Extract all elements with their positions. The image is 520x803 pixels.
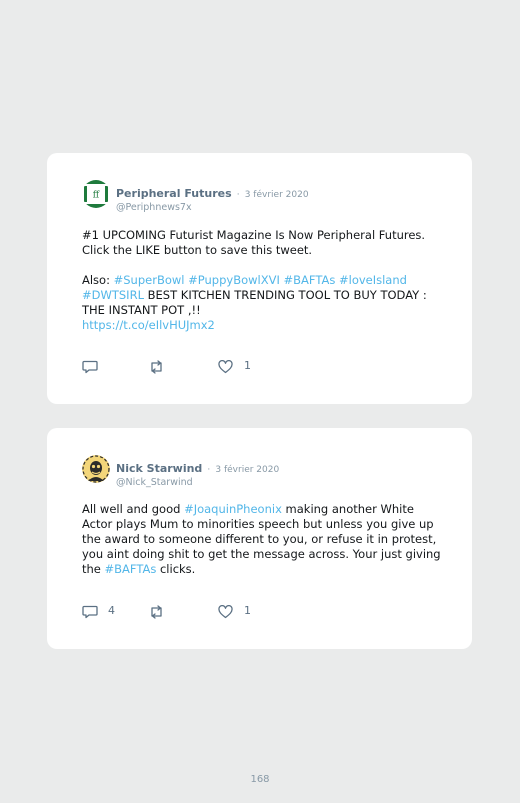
author-handle[interactable]: @Nick_Starwind (116, 477, 279, 488)
tweet-card: Nick Starwind · 3 février 2020 @Nick_Sta… (47, 428, 472, 649)
tweet-card: ff Peripheral Futures · 3 février 2020 @… (47, 153, 472, 404)
retweet-icon (151, 605, 162, 619)
separator: · (236, 190, 240, 200)
hashtag-link[interactable]: #BAFTAs (105, 562, 157, 576)
heart-icon (218, 360, 233, 374)
hashtag-link[interactable]: #DWTSIRL (82, 288, 144, 302)
url-link[interactable]: https://t.co/eIlvHUJmx2 (82, 318, 215, 332)
text-fragment: clicks. (156, 562, 196, 576)
page-number: 168 (250, 774, 270, 785)
reply-count: 4 (108, 604, 115, 617)
avatar[interactable]: ff (82, 180, 110, 208)
hashtag-link[interactable]: #SuperBowl (114, 273, 185, 287)
tweet-paragraph: #1 UPCOMING Futurist Magazine Is Now Per… (82, 228, 426, 257)
reply-icon (82, 605, 98, 619)
retweet-icon (151, 360, 162, 374)
hashtag-link[interactable]: #PuppyBowlXVI (188, 273, 280, 287)
heart-icon (218, 605, 233, 619)
author-name[interactable]: Peripheral Futures (116, 187, 232, 200)
like-count: 1 (244, 604, 251, 617)
tweet-date[interactable]: 3 février 2020 (245, 190, 309, 200)
hashtag-link[interactable]: #loveIsland (339, 273, 407, 287)
hashtag-link[interactable]: #BAFTAs (284, 273, 336, 287)
tweet-paragraph: Also: #SuperBowl #PuppyBowlXVI #BAFTAs #… (82, 273, 442, 333)
author-name[interactable]: Nick Starwind (116, 462, 202, 475)
reply-icon (82, 360, 98, 374)
text-fragment: All well and good (82, 502, 185, 516)
tweet-text: #1 UPCOMING Futurist Magazine Is Now Per… (82, 228, 442, 333)
like-count: 1 (244, 359, 251, 372)
hashtag-link[interactable]: #JoaquinPheonix (184, 502, 282, 516)
separator: · (207, 465, 211, 475)
avatar-logo-text: ff (93, 191, 100, 201)
avatar[interactable] (82, 455, 110, 483)
tweet-text: All well and good #JoaquinPheonix making… (82, 502, 442, 577)
author-handle[interactable]: @Periphnews7x (116, 202, 309, 213)
text-fragment: Also: (82, 273, 114, 287)
tweet-date[interactable]: 3 février 2020 (215, 465, 279, 475)
